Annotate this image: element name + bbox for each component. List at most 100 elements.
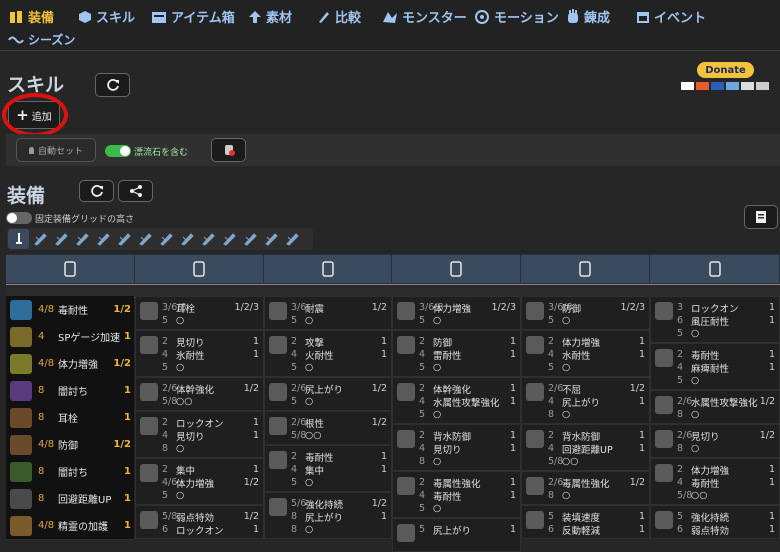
equipment-cell[interactable]: 5/6 強化持続 1/2 8 尻上がり 1 8 ○ — [264, 492, 392, 539]
cell-skill: 毒耐性 — [305, 452, 334, 464]
nav-label: モンスター — [402, 11, 467, 26]
skill-summary-row[interactable]: 4 SPゲージ加速 1 — [6, 323, 134, 351]
column-header-talisman[interactable] — [6, 255, 135, 283]
auto-set-button[interactable]: 自動セット — [16, 138, 96, 162]
weapon-tab-charge-blade[interactable] — [197, 229, 218, 249]
cell-level: 5 — [677, 511, 684, 522]
column-header-head-armor[interactable] — [135, 255, 264, 283]
weapon-tab-lance[interactable] — [134, 229, 155, 249]
column-header-leg-armor[interactable] — [650, 255, 780, 283]
fixed-grid-toggle[interactable] — [6, 212, 32, 224]
nav-forge[interactable]: 錬成 — [566, 7, 610, 26]
skill-summary-row[interactable]: 8 闇討ち 1 — [6, 458, 134, 486]
equipment-cell[interactable]: 2 体力増強 1 4 毒耐性 1 5/8 ○○ — [650, 458, 780, 505]
equipment-cell[interactable]: 2 ロックオン 1 4 見切り 1 8 ○ — [135, 411, 264, 458]
equipment-cell[interactable]: 2/6 不屈 1/2 4 尻上がり 1 8 ○ — [521, 377, 650, 424]
equipment-cell[interactable]: 3/6 耐震 1/2 5 ○ — [264, 296, 392, 330]
equipment-cell[interactable]: 2 体幹強化 1 4 水属性攻撃強化 1 5 ○ — [392, 377, 521, 424]
equipment-cell[interactable]: 2/6 根性 1/2 5/8 ○○ — [264, 411, 392, 445]
equipment-cell[interactable]: 2 毒属性強化 1 4 毒耐性 1 5 ○ — [392, 471, 521, 518]
equipment-cell[interactable]: 5 強化持続 1 6 弱点特効 1 — [650, 505, 780, 539]
weapon-tab-hammer[interactable] — [92, 229, 113, 249]
donate-button[interactable]: Donate — [697, 62, 754, 78]
column-header-arm-armor[interactable] — [392, 255, 521, 283]
equipment-cell[interactable]: 2/6 毒属性強化 1/2 8 ○ — [521, 471, 650, 505]
nav-motion[interactable]: モーション — [474, 7, 559, 26]
cell-skill: 見切り — [176, 431, 205, 443]
weapon-tab-great-sword[interactable] — [8, 229, 29, 249]
cell-level: 5 — [677, 375, 684, 386]
equipment-cell[interactable]: 2/6 見切り 1/2 8 ○ — [650, 424, 780, 458]
equipment-cell[interactable]: 2 背水防御 1 4 見切り 1 8 ○ — [392, 424, 521, 471]
skill-summary-row[interactable]: 4/8 毒耐性 1/2 — [6, 296, 134, 324]
nav-season[interactable]: シーズン — [8, 31, 75, 48]
equipment-cell[interactable]: 2 背水防御 1 4 回避距離UP 1 5/8 ○○ — [521, 424, 650, 471]
skill-summary-row[interactable]: 8 耳栓 1 — [6, 404, 134, 432]
cell-line: 3/6/8 体力増強 1/2/3 — [419, 301, 516, 315]
equipment-cell[interactable]: 2 防御 1 4 雷耐性 1 5 ○ — [392, 330, 521, 377]
equipment-cell[interactable]: 3 ロックオン 1 6 風圧耐性 1 5 ○ — [650, 296, 780, 343]
nav-compare[interactable]: 比較 — [317, 7, 361, 26]
weapon-tab-heavy-bowgun[interactable] — [260, 229, 281, 249]
equipment-cell[interactable]: 2 見切り 1 4 氷耐性 1 5 ○ — [135, 330, 264, 377]
equipment-cell[interactable]: 2 毒耐性 1 4 集中 1 5 ○ — [264, 445, 392, 492]
weapon-tab-bow[interactable] — [281, 229, 302, 249]
cell-max: 1/2/3 — [491, 302, 516, 313]
cell-line: 5/6 強化持続 1/2 — [291, 497, 387, 511]
equipment-cell[interactable]: 2/6 水属性攻撃強化 1/2 8 ○ — [650, 390, 780, 424]
equipment-cell[interactable]: 2 毒耐性 1 4 麻痺耐性 1 5 ○ — [650, 343, 780, 390]
cell-line: 8 ○ — [548, 408, 645, 421]
clear-skills-button[interactable] — [211, 138, 246, 162]
equipment-cell[interactable]: 2/6 体幹強化 1/2 5/8 ○○ — [135, 377, 264, 411]
equip-refresh-button[interactable] — [79, 180, 114, 202]
nav-materials[interactable]: 素材 — [248, 7, 292, 26]
weapon-tab-gunlance[interactable] — [155, 229, 176, 249]
equipment-cell[interactable]: 3/6/8 体力増強 1/2/3 5 ○ — [392, 296, 521, 330]
column-header-waist-armor[interactable] — [521, 255, 650, 283]
weapon-tab-dual-blades[interactable] — [71, 229, 92, 249]
nav-monster[interactable]: モンスター — [382, 7, 467, 26]
equipment-cell[interactable]: 2 集中 1 4/6 体力増強 1/2 5 ○ — [135, 458, 264, 505]
skill-summary-row[interactable]: 4/8 精霊の加護 1 — [6, 512, 134, 540]
share-button[interactable] — [118, 180, 153, 202]
skill-summary-row[interactable]: 4/8 体力増強 1/2 — [6, 350, 134, 378]
skills-refresh-button[interactable] — [95, 73, 130, 97]
weapon-tab-switch-axe[interactable] — [176, 229, 197, 249]
equipment-cell[interactable]: 2 体力増強 1 4 水耐性 1 5 ○ — [521, 330, 650, 377]
weapon-tab-insect-glaive[interactable] — [218, 229, 239, 249]
skill-summary-row[interactable]: 8 回避距離UP 1 — [6, 485, 134, 513]
equipment-cell[interactable]: 5 尻上がり 1 — [392, 518, 521, 552]
document-button[interactable] — [744, 205, 778, 229]
cell-skill: 毒耐性 — [691, 478, 720, 490]
decoration-icon — [397, 477, 415, 495]
equipment-cell[interactable]: 2 攻撃 1 4 火耐性 1 5 ○ — [264, 330, 392, 377]
skill-summary-row[interactable]: 8 闇討ち 1 — [6, 377, 134, 405]
weapon-tabs — [8, 229, 302, 249]
cell-skill: ロックオン — [176, 525, 224, 537]
nav-equipment[interactable]: 装備 — [8, 7, 54, 26]
column-header-chest-armor[interactable] — [264, 255, 392, 283]
nav-skill[interactable]: スキル — [78, 7, 135, 26]
equipment-cell[interactable]: 3/6/8 耳栓 1/2/3 5 ○ — [135, 296, 264, 330]
decoration-icon — [269, 417, 287, 435]
equipment-cell[interactable]: 5/8 弱点特効 1/2 6 ロックオン 1 — [135, 505, 264, 539]
nav-item-box[interactable]: アイテム箱 — [151, 7, 235, 26]
cell-line: 2 毒属性強化 1 — [419, 476, 516, 490]
cell-max: 1 — [768, 511, 775, 522]
weapon-tab-hunting-horn[interactable] — [113, 229, 134, 249]
weapon-tab-long-sword[interactable] — [29, 229, 50, 249]
weapon-tab-light-bowgun[interactable] — [239, 229, 260, 249]
cell-line: 4 水耐性 1 — [548, 348, 645, 362]
cell-level: 5/8 — [677, 490, 693, 501]
include-drift-toggle[interactable] — [105, 145, 131, 157]
equipment-cell[interactable]: 5 装填速度 1 6 反動軽減 1 — [521, 505, 650, 539]
cell-level: 8 — [419, 456, 426, 467]
equipment-cell[interactable]: 3/6/8 防御 1/2/3 5 ○ — [521, 296, 650, 330]
weapon-tab-sword-shield[interactable] — [50, 229, 71, 249]
skill-summary-row[interactable]: 4/8 防御 1/2 — [6, 431, 134, 459]
monster-icon — [383, 11, 397, 23]
equipment-cell[interactable]: 2/6 尻上がり 1/2 5 ○ — [264, 377, 392, 411]
cell-level: 2 — [677, 464, 684, 475]
cell-skill: ○ — [433, 409, 442, 420]
nav-event[interactable]: イベント — [636, 7, 706, 26]
